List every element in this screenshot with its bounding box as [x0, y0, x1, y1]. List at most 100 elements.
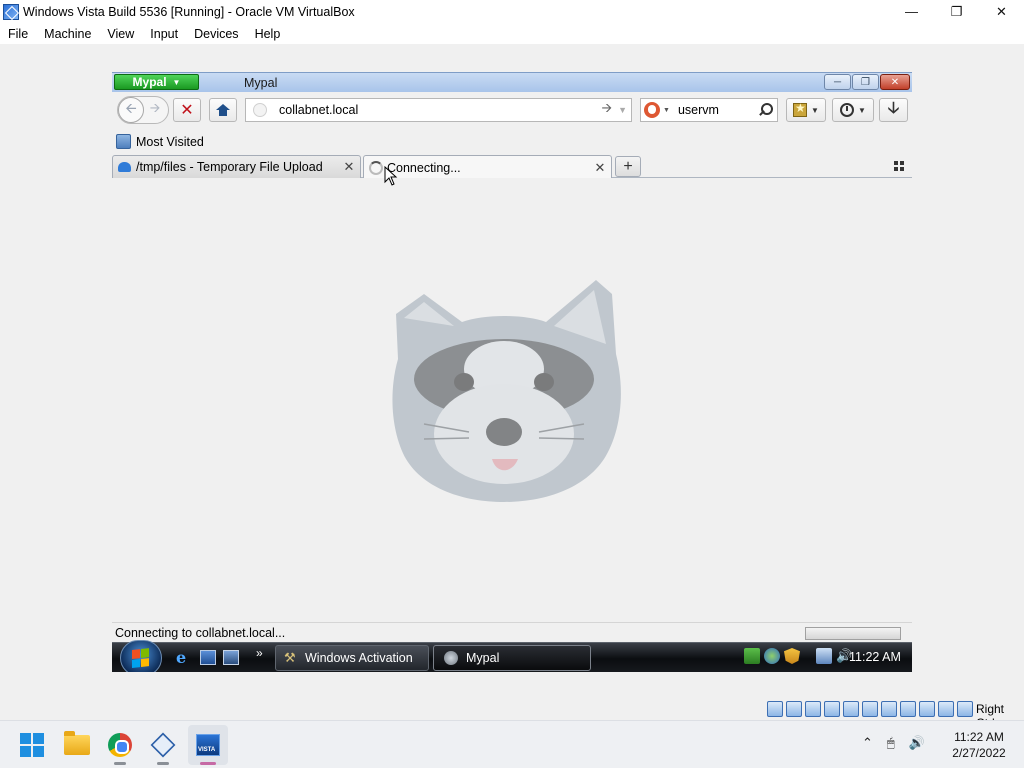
- vista-clock[interactable]: 11:22 AM: [849, 650, 901, 664]
- search-input[interactable]: uservm: [678, 103, 757, 117]
- host-vista-vm-button[interactable]: [188, 725, 228, 765]
- cpu-indicator-icon[interactable]: [919, 701, 935, 717]
- mouse-integration-indicator-icon[interactable]: [938, 701, 954, 717]
- menu-view[interactable]: View: [99, 27, 142, 41]
- menu-file[interactable]: File: [0, 27, 36, 41]
- list-all-tabs-button[interactable]: [894, 161, 904, 171]
- menu-help[interactable]: Help: [247, 27, 289, 41]
- start-orb-button[interactable]: [120, 640, 162, 672]
- windows-logo-icon: [20, 733, 44, 757]
- host-taskbar: ⌃ 🖱 🔊 11:22 AM 2/27/2022: [0, 720, 1024, 768]
- go-arrow-icon[interactable]: 🡪: [602, 99, 613, 121]
- vbox-statusbar: Right Ctrl: [0, 698, 1024, 730]
- home-button[interactable]: [209, 98, 237, 122]
- shared-folders-indicator-icon[interactable]: [862, 701, 878, 717]
- bookmarks-menu-button[interactable]: ▼: [786, 98, 826, 122]
- taskbar-button-label: Windows Activation: [305, 651, 413, 665]
- page-content[interactable]: [112, 178, 912, 622]
- video-capture-indicator-icon[interactable]: [900, 701, 916, 717]
- menu-devices[interactable]: Devices: [186, 27, 246, 41]
- volume-icon[interactable]: 🔊: [909, 735, 925, 751]
- network-globe-icon[interactable]: [764, 648, 780, 664]
- taskbar-button-label: Mypal: [466, 651, 500, 665]
- switch-windows-icon[interactable]: [223, 650, 239, 665]
- network-indicator-icon[interactable]: [824, 701, 840, 717]
- host-virtualbox-button[interactable]: [143, 725, 183, 765]
- status-bar: Connecting to collabnet.local...: [112, 622, 912, 642]
- host-file-explorer-button[interactable]: [57, 725, 97, 765]
- network-monitor-icon[interactable]: 🖱: [887, 735, 895, 751]
- menu-input[interactable]: Input: [142, 27, 186, 41]
- virtualbox-app-icon: [3, 3, 19, 20]
- tray-app-icon[interactable]: [744, 648, 760, 664]
- taskbar-button-windows-activation[interactable]: ⚒ Windows Activation: [275, 645, 429, 671]
- minimize-button[interactable]: —: [889, 0, 934, 23]
- file-explorer-icon: [64, 731, 90, 755]
- audio-indicator-icon[interactable]: [805, 701, 821, 717]
- url-history-dropdown-icon[interactable]: ▼: [618, 105, 627, 115]
- arrow-left-icon: 🡨: [125, 100, 137, 116]
- status-text: Connecting to collabnet.local...: [115, 626, 286, 640]
- forward-button[interactable]: 🡪: [144, 99, 166, 121]
- download-arrow-icon: 🡣: [887, 99, 900, 117]
- hard-disk-indicator-icon[interactable]: [767, 701, 783, 717]
- search-icon[interactable]: [757, 102, 773, 118]
- network-status-icon[interactable]: [816, 648, 832, 664]
- history-button[interactable]: ▼: [832, 98, 874, 122]
- mypal-close-button[interactable]: ✕: [880, 74, 910, 90]
- tab-strip: /tmp/files - Temporary File Upload ✕ Con…: [112, 154, 912, 179]
- close-button[interactable]: ✕: [979, 0, 1024, 23]
- downloads-button[interactable]: 🡣: [879, 98, 908, 122]
- minimize-icon: —: [905, 4, 918, 19]
- guest-screen[interactable]: Mypal ▼ Mypal ─ ❐ ✕ 🡨 🡪 ✕ collabnet.loca…: [112, 72, 912, 672]
- mypal-app-menu-label: Mypal: [132, 75, 167, 89]
- host-chrome-button[interactable]: [100, 725, 140, 765]
- new-tab-button[interactable]: +: [615, 156, 641, 177]
- tools-icon: ⚒: [284, 650, 296, 665]
- mypal-minimize-button[interactable]: ─: [824, 74, 851, 90]
- host-clock[interactable]: 11:22 AM 2/27/2022: [944, 729, 1014, 761]
- restore-icon: ❐: [861, 76, 870, 88]
- bookmark-most-visited[interactable]: Most Visited: [136, 135, 204, 149]
- internet-explorer-icon[interactable]: e: [176, 650, 192, 666]
- keyboard-indicator-icon[interactable]: [957, 701, 973, 717]
- host-system-tray: ⌃ 🖱 🔊: [862, 735, 925, 751]
- mypal-app-menu-button[interactable]: Mypal ▼: [114, 74, 199, 90]
- quick-launch-overflow-icon[interactable]: »: [256, 646, 263, 660]
- tab-temporary-file-upload[interactable]: /tmp/files - Temporary File Upload ✕: [112, 155, 361, 178]
- tab-close-button[interactable]: ✕: [592, 160, 608, 176]
- bookmarks-toolbar: Most Visited: [112, 130, 912, 154]
- stop-button[interactable]: ✕: [173, 98, 201, 122]
- tab-connecting[interactable]: Connecting... ✕: [363, 155, 612, 179]
- security-shield-icon[interactable]: [784, 648, 800, 664]
- back-button[interactable]: 🡨: [118, 97, 144, 123]
- tab-close-button[interactable]: ✕: [341, 159, 357, 175]
- optical-drive-indicator-icon[interactable]: [786, 701, 802, 717]
- vbox-menubar: File Machine View Input Devices Help: [0, 23, 1024, 44]
- chevron-down-icon: ▼: [858, 105, 866, 115]
- site-identity-icon[interactable]: [253, 103, 267, 117]
- taskbar-button-mypal[interactable]: Mypal: [433, 645, 591, 671]
- clock-icon: [840, 103, 855, 117]
- menu-machine[interactable]: Machine: [36, 27, 99, 41]
- restore-icon: ❐: [950, 3, 963, 19]
- mypal-restore-button[interactable]: ❐: [852, 74, 879, 90]
- plus-icon: +: [623, 157, 633, 175]
- duckduckgo-icon[interactable]: [644, 102, 660, 118]
- mypal-window-title: Mypal: [244, 76, 278, 90]
- usb-indicator-icon[interactable]: [843, 701, 859, 717]
- host-start-button[interactable]: [12, 725, 52, 765]
- restore-button[interactable]: ❐: [934, 0, 979, 23]
- url-input[interactable]: collabnet.local: [279, 103, 602, 117]
- vbox-window-controls: — ❐ ✕: [889, 0, 1024, 23]
- vbox-window-title: Windows Vista Build 5536 [Running] - Ora…: [23, 4, 355, 19]
- chevron-down-icon[interactable]: ▼: [663, 107, 670, 114]
- back-forward-group: 🡨 🡪: [117, 96, 169, 124]
- display-indicator-icon[interactable]: [881, 701, 897, 717]
- search-bar[interactable]: ▼ uservm: [640, 98, 778, 122]
- most-visited-folder-icon[interactable]: [116, 134, 131, 149]
- show-hidden-icons-chevron-up-icon[interactable]: ⌃: [862, 735, 873, 751]
- close-icon: ✕: [996, 3, 1007, 19]
- url-bar[interactable]: collabnet.local 🡪 ▼: [245, 98, 632, 122]
- show-desktop-icon[interactable]: [200, 650, 216, 665]
